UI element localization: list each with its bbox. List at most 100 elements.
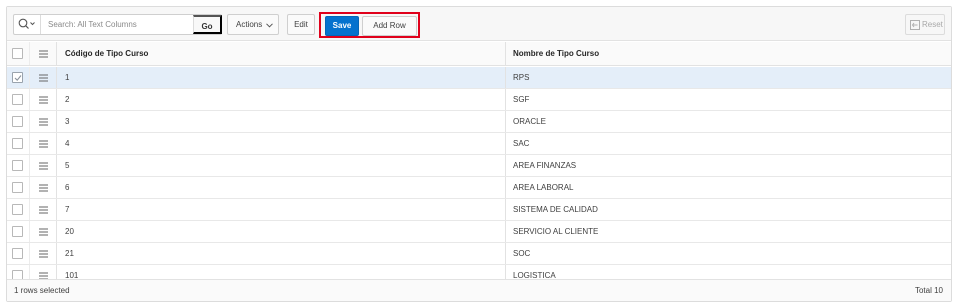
cell-codigo[interactable]: 5	[56, 155, 505, 176]
cell-codigo[interactable]: 7	[56, 199, 505, 220]
row-actions-cell	[29, 177, 56, 198]
reset-button[interactable]: Reset	[905, 14, 945, 35]
cell-value: 4	[65, 139, 70, 148]
column-header-label: Nombre de Tipo Curso	[513, 49, 600, 58]
row-select-cell	[7, 111, 29, 132]
table-row[interactable]: 21 SOC	[7, 243, 951, 265]
hamburger-menu-icon[interactable]	[39, 118, 48, 126]
table-row[interactable]: 7 SISTEMA DE CALIDAD	[7, 199, 951, 221]
cell-codigo[interactable]: 4	[56, 133, 505, 154]
row-select-cell	[7, 155, 29, 176]
cell-value: 20	[65, 227, 74, 236]
select-all-checkbox[interactable]	[12, 48, 23, 59]
cell-value: AREA LABORAL	[513, 183, 574, 192]
cell-value: 21	[65, 249, 74, 258]
cell-nombre[interactable]: AREA FINANZAS	[505, 155, 951, 176]
row-actions-cell	[29, 199, 56, 220]
go-button[interactable]: Go	[193, 15, 222, 34]
table-row[interactable]: 2 SGF	[7, 89, 951, 111]
cell-nombre[interactable]: SISTEMA DE CALIDAD	[505, 199, 951, 220]
hamburger-menu-icon[interactable]	[39, 74, 48, 82]
magnifier-icon	[18, 18, 35, 29]
hamburger-menu-icon[interactable]	[39, 206, 48, 214]
row-actions-cell	[29, 111, 56, 132]
row-select-cell	[7, 89, 29, 110]
row-select-checkbox[interactable]	[12, 72, 23, 83]
interactive-grid: Go Actions Edit Save Add Row Reset	[6, 6, 952, 302]
row-actions-cell	[29, 67, 56, 88]
hamburger-menu-icon[interactable]	[39, 250, 48, 258]
cell-nombre[interactable]: RPS	[505, 67, 951, 88]
row-select-checkbox[interactable]	[12, 138, 23, 149]
row-select-checkbox[interactable]	[12, 94, 23, 105]
cell-value: 7	[65, 205, 70, 214]
table-row[interactable]: 1 RPS	[7, 67, 951, 89]
table-row[interactable]: 3 ORACLE	[7, 111, 951, 133]
cell-value: AREA FINANZAS	[513, 161, 577, 170]
column-header-nombre[interactable]: Nombre de Tipo Curso	[505, 42, 951, 65]
row-select-cell	[7, 67, 29, 88]
table-row[interactable]: 4 SAC	[7, 133, 951, 155]
grid-toolbar: Go Actions Edit Save Add Row Reset	[7, 7, 951, 41]
reset-icon	[910, 20, 920, 30]
row-select-checkbox[interactable]	[12, 204, 23, 215]
cell-nombre[interactable]: SOC	[505, 243, 951, 264]
total-count: Total 10	[914, 286, 943, 295]
cell-value: 6	[65, 183, 70, 192]
row-select-checkbox[interactable]	[12, 248, 23, 259]
cell-codigo[interactable]: 1	[56, 67, 505, 88]
hamburger-menu-icon[interactable]	[39, 140, 48, 148]
row-actions-cell	[29, 89, 56, 110]
cell-nombre[interactable]: ORACLE	[505, 111, 951, 132]
row-select-checkbox[interactable]	[12, 226, 23, 237]
row-select-cell	[7, 221, 29, 242]
row-select-cell	[7, 133, 29, 154]
hamburger-menu-icon[interactable]	[39, 228, 48, 236]
hamburger-menu-icon[interactable]	[39, 162, 48, 170]
cell-codigo[interactable]: 21	[56, 243, 505, 264]
grid-header-row: Código de Tipo Curso Nombre de Tipo Curs…	[7, 42, 951, 66]
cell-nombre[interactable]: SAC	[505, 133, 951, 154]
table-row[interactable]: 5 AREA FINANZAS	[7, 155, 951, 177]
chevron-down-icon	[266, 23, 273, 28]
row-select-checkbox[interactable]	[12, 116, 23, 127]
cell-nombre[interactable]: SERVICIO AL CLIENTE	[505, 221, 951, 242]
cell-value: 1	[65, 73, 70, 82]
table-row[interactable]: 6 AREA LABORAL	[7, 177, 951, 199]
cell-value: SAC	[513, 139, 530, 148]
cell-value: SGF	[513, 95, 530, 104]
save-button[interactable]: Save	[325, 16, 359, 36]
selection-status: 1 rows selected	[14, 286, 70, 295]
cell-codigo[interactable]: 20	[56, 221, 505, 242]
column-header-codigo[interactable]: Código de Tipo Curso	[56, 42, 505, 65]
search-column-selector[interactable]	[14, 15, 41, 34]
row-select-checkbox[interactable]	[12, 182, 23, 193]
cell-codigo[interactable]: 2	[56, 89, 505, 110]
column-header-label: Código de Tipo Curso	[65, 49, 149, 58]
grid-footer: 1 rows selected Total 10	[7, 279, 951, 301]
hamburger-menu-icon[interactable]	[39, 50, 48, 58]
cell-value: SISTEMA DE CALIDAD	[513, 205, 598, 214]
checkmark-icon	[14, 75, 22, 82]
cell-value: 2	[65, 95, 70, 104]
row-actions-cell	[29, 133, 56, 154]
edit-button[interactable]: Edit	[287, 14, 315, 35]
cell-nombre[interactable]: SGF	[505, 89, 951, 110]
search-input[interactable]	[42, 15, 192, 34]
row-select-cell	[7, 177, 29, 198]
cell-value: 5	[65, 161, 70, 170]
cell-codigo[interactable]: 3	[56, 111, 505, 132]
reset-label: Reset	[922, 20, 943, 29]
actions-menu-button[interactable]: Actions	[227, 14, 279, 35]
row-select-checkbox[interactable]	[12, 160, 23, 171]
actions-label: Actions	[236, 20, 263, 29]
cell-nombre[interactable]: AREA LABORAL	[505, 177, 951, 198]
hamburger-menu-icon[interactable]	[39, 96, 48, 104]
cell-value: SERVICIO AL CLIENTE	[513, 227, 599, 236]
cell-codigo[interactable]: 6	[56, 177, 505, 198]
cell-value: SOC	[513, 249, 531, 258]
hamburger-menu-icon[interactable]	[39, 184, 48, 192]
add-row-button[interactable]: Add Row	[362, 16, 417, 36]
cell-value: RPS	[513, 73, 530, 82]
table-row[interactable]: 20 SERVICIO AL CLIENTE	[7, 221, 951, 243]
